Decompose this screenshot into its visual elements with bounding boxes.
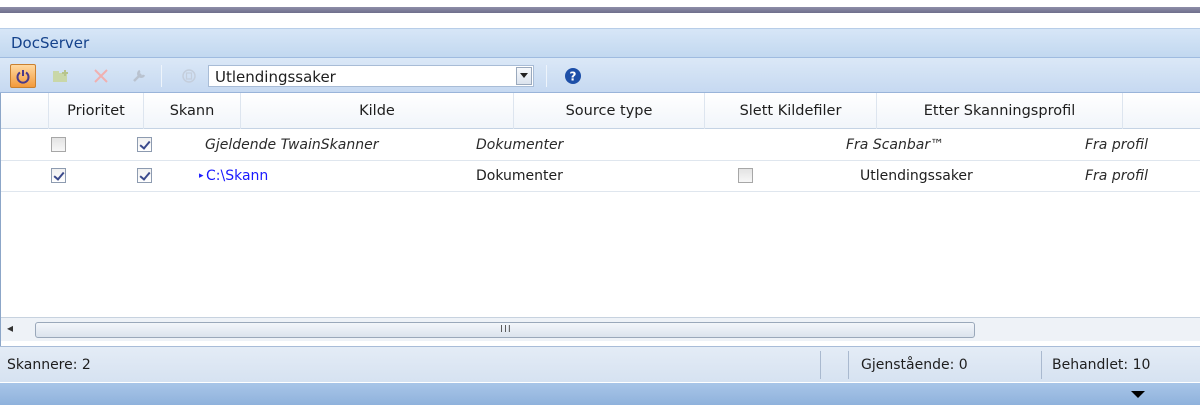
chevron-down-icon — [520, 73, 528, 78]
prioritet-checkbox[interactable] — [51, 137, 66, 152]
toolbar-separator — [546, 65, 547, 87]
status-bar: Skannere: 2 Gjenstående: 0 Behandlet: 10 — [0, 346, 1200, 382]
prioritet-checkbox[interactable] — [51, 168, 66, 183]
copy-icon — [182, 69, 196, 83]
help-button[interactable]: ? — [560, 64, 586, 88]
scrollbar-grip: III — [500, 324, 512, 335]
power-button[interactable] — [10, 64, 36, 88]
status-divider — [820, 351, 821, 379]
status-processed: Behandlet: 10 — [1052, 357, 1151, 373]
svg-text:?: ? — [570, 70, 577, 84]
source-type-cell: Dokumenter — [476, 137, 564, 153]
profile-combobox[interactable]: Utlendingssaker — [208, 65, 534, 87]
scroll-left-icon[interactable]: ◂ — [7, 321, 13, 335]
column-header-slett-kildefiler[interactable]: Slett Kildefiler — [704, 93, 876, 129]
source-type-cell: Dokumenter — [476, 168, 563, 184]
profile-combobox-dropdown[interactable] — [516, 67, 532, 85]
etter-skanningsprofil-cell: Utlendingssaker — [860, 168, 973, 184]
kilde-cell: Gjeldende TwainSkanner — [205, 137, 379, 153]
toolbar: Utlendingssaker ? — [0, 58, 1200, 93]
column-header-etter-skanningsprofil[interactable]: Etter Skanningsprofil — [876, 93, 1122, 129]
wrench-icon — [133, 69, 146, 82]
grid-header: Prioritet Skann Kilde Source type Slett … — [1, 93, 1200, 129]
power-icon — [16, 70, 30, 84]
bottom-bar — [0, 383, 1200, 405]
kilde-cell[interactable]: C:\Skann — [206, 161, 268, 191]
column-header-skann[interactable]: Skann — [143, 93, 240, 129]
column-header-prioritet[interactable]: Prioritet — [48, 93, 143, 129]
window-top-edge — [0, 0, 1200, 28]
add-folder-icon — [53, 70, 68, 82]
delete-icon — [94, 69, 108, 83]
tool-button[interactable] — [126, 64, 152, 88]
delete-button[interactable] — [88, 64, 114, 88]
table-row[interactable]: ▸ C:\Skann Dokumenter Utlendingssaker Fr… — [1, 161, 1200, 192]
status-divider — [848, 351, 849, 379]
panel-title: DocServer — [11, 34, 90, 52]
status-scanners: Skannere: 2 — [7, 357, 91, 373]
toolbar-separator — [161, 65, 162, 87]
sources-grid: Prioritet Skann Kilde Source type Slett … — [0, 93, 1200, 346]
add-button[interactable] — [48, 64, 74, 88]
column-header-source-type[interactable]: Source type — [513, 93, 704, 129]
column-header-extra — [1122, 93, 1200, 129]
table-row[interactable]: Gjeldende TwainSkanner Dokumenter Fra Sc… — [1, 130, 1200, 161]
extra-cell: Fra profil — [1085, 168, 1148, 184]
copy-button[interactable] — [176, 64, 202, 88]
expand-arrow-icon[interactable]: ▸ — [199, 161, 204, 191]
column-header-kilde[interactable]: Kilde — [240, 93, 513, 129]
horizontal-scrollbar[interactable]: ◂ III — [1, 317, 1200, 341]
extra-cell: Fra profil — [1085, 137, 1148, 153]
etter-skanningsprofil-cell: Fra Scanbar™ — [846, 137, 945, 153]
help-icon: ? — [565, 68, 581, 84]
profile-combobox-value: Utlendingssaker — [215, 68, 336, 86]
scrollbar-thumb[interactable]: III — [35, 322, 975, 338]
panel-titlebar: DocServer — [0, 28, 1200, 58]
status-divider — [1041, 351, 1042, 379]
skann-checkbox[interactable] — [137, 168, 152, 183]
slett-kildefiler-checkbox[interactable] — [738, 168, 753, 183]
skann-checkbox[interactable] — [137, 137, 152, 152]
collapse-arrow-icon[interactable] — [1131, 391, 1145, 398]
status-remaining: Gjenstående: 0 — [861, 357, 968, 373]
